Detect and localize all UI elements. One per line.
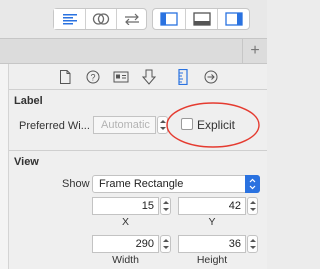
file-icon [60, 70, 71, 84]
panels-segmented-control [152, 8, 250, 30]
inspector-selector-bar: ? [9, 64, 267, 90]
toggle-navigator-button[interactable] [153, 9, 185, 29]
width-field[interactable]: 290 [92, 235, 159, 253]
preferred-width-label: Preferred Wi... [19, 120, 90, 132]
preferred-width-field[interactable]: Automatic [93, 116, 156, 134]
assistant-editor-button[interactable] [86, 9, 116, 29]
tab-bar: + [0, 38, 267, 64]
width-label: Width [112, 254, 139, 266]
arrow-circle-icon [204, 70, 218, 84]
file-inspector-tab[interactable] [57, 69, 73, 85]
editor-gutter [0, 64, 9, 269]
show-popup-button[interactable]: Frame Rectangle [92, 175, 260, 193]
id-card-icon [113, 71, 129, 83]
height-stepper[interactable] [247, 235, 258, 253]
height-value: 36 [228, 238, 241, 250]
y-label: Y [208, 216, 216, 228]
x-stepper[interactable] [160, 197, 171, 215]
svg-text:?: ? [90, 73, 95, 83]
align-left-icon [62, 14, 77, 25]
show-label: Show [62, 178, 90, 190]
question-circle-icon: ? [86, 70, 100, 84]
toolbar [0, 0, 267, 38]
toggle-utilities-button[interactable] [218, 9, 249, 29]
panel-bottom-icon [192, 12, 211, 26]
chevron-updown-icon [249, 178, 256, 190]
quick-help-tab[interactable]: ? [85, 69, 101, 85]
ruler-icon [178, 69, 188, 85]
identity-inspector-tab[interactable] [113, 69, 129, 85]
show-popup-value: Frame Rectangle [99, 178, 184, 190]
version-editor-button[interactable] [117, 9, 146, 29]
view-section-title: View [14, 156, 39, 168]
height-field[interactable]: 36 [178, 235, 246, 253]
x-field[interactable]: 15 [92, 197, 159, 215]
standard-editor-button[interactable] [54, 9, 85, 29]
plus-icon: + [250, 42, 260, 59]
width-stepper[interactable] [160, 235, 171, 253]
panel-right-icon [224, 12, 243, 26]
section-divider [9, 150, 267, 151]
attributes-inspector-tab[interactable] [141, 69, 157, 85]
swap-arrows-icon [124, 13, 139, 25]
x-label: X [121, 216, 129, 228]
red-annotation-ellipse [166, 102, 260, 148]
editor-mode-segmented-control [53, 8, 147, 30]
height-label: Height [196, 254, 228, 266]
show-popup-chevron[interactable] [245, 175, 260, 193]
x-value: 15 [141, 200, 154, 212]
y-field[interactable]: 42 [178, 197, 246, 215]
toggle-debug-area-button[interactable] [186, 9, 217, 29]
panel-left-icon [160, 12, 178, 26]
preferred-width-placeholder: Automatic [101, 119, 150, 131]
width-value: 290 [135, 238, 154, 250]
y-value: 42 [228, 200, 241, 212]
size-inspector-tab[interactable] [175, 69, 191, 85]
link-circles-icon [92, 13, 110, 25]
connections-inspector-tab[interactable] [203, 69, 219, 85]
y-stepper[interactable] [247, 197, 258, 215]
label-section-title: Label [14, 95, 43, 107]
shield-arrow-icon [142, 69, 156, 85]
add-tab-button[interactable]: + [242, 39, 267, 63]
